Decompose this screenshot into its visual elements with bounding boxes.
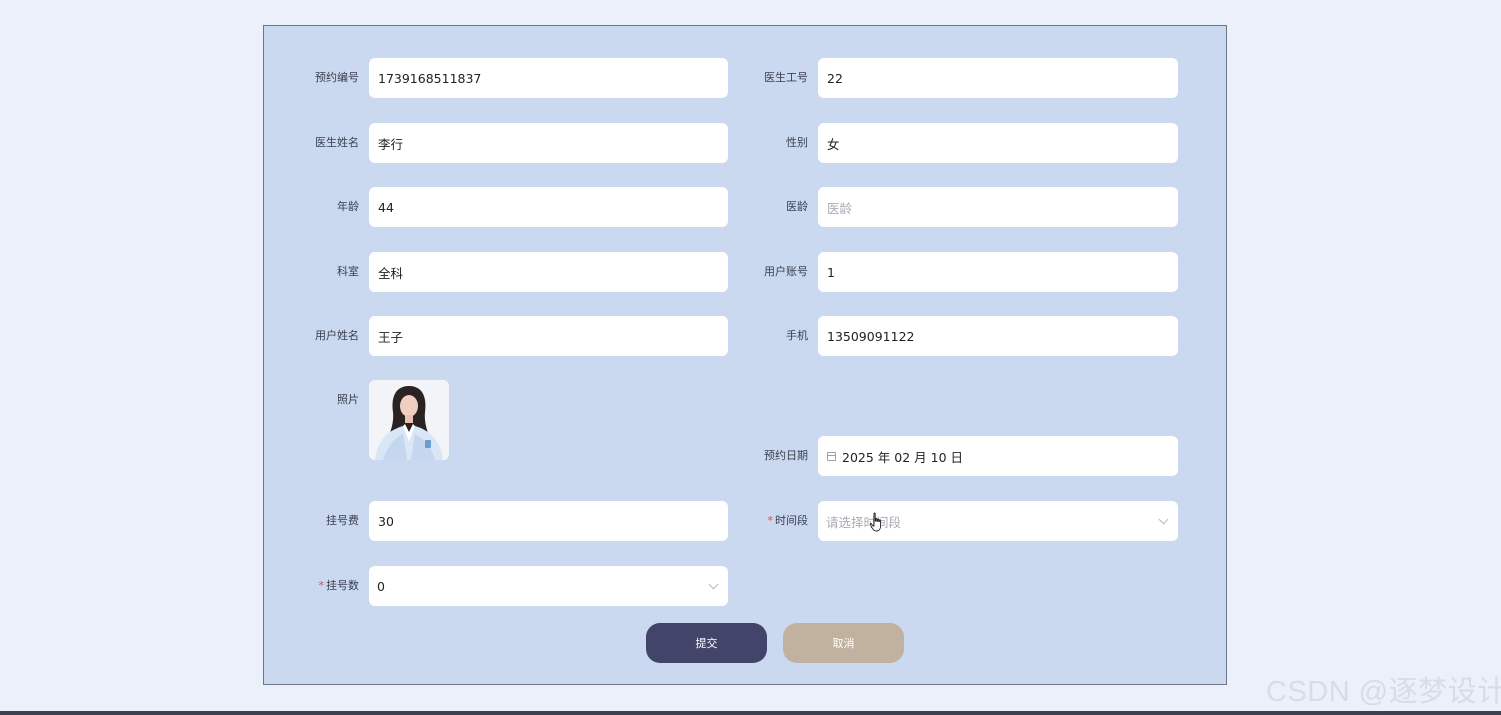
years-practice-field[interactable]: 医龄 xyxy=(818,187,1178,227)
user-account-value: 1 xyxy=(827,264,835,280)
phone-field[interactable]: 13509091122 xyxy=(818,316,1178,356)
watermark: CSDN @逐梦设计 xyxy=(1266,676,1501,708)
appointment-form-panel: 预约编号 1739168511837 医生工号 22 医生姓名 李行 性别 女 … xyxy=(263,25,1227,685)
reg-count-select[interactable]: 0 xyxy=(369,566,728,606)
bottom-bar xyxy=(0,711,1501,715)
required-mark: * xyxy=(767,514,774,527)
label-booking-date: 预约日期 xyxy=(764,449,808,462)
submit-button[interactable]: 提交 xyxy=(646,623,767,663)
hand-pointer-icon xyxy=(869,512,882,532)
label-user-name: 用户姓名 xyxy=(315,329,359,342)
user-account-field[interactable]: 1 xyxy=(818,252,1178,292)
doctor-id-field[interactable]: 22 xyxy=(818,58,1178,98)
label-doctor-name: 医生姓名 xyxy=(315,136,359,149)
label-booking-no: 预约编号 xyxy=(315,71,359,84)
fee-value: 30 xyxy=(378,513,394,529)
label-time-slot-text: 时间段 xyxy=(775,514,808,527)
label-reg-count: * 挂号数 xyxy=(319,579,360,593)
department-value: 全科 xyxy=(378,265,404,281)
label-age: 年龄 xyxy=(337,200,359,213)
gender-value: 女 xyxy=(827,136,840,152)
reg-count-value: 0 xyxy=(377,578,385,594)
cancel-button[interactable]: 取消 xyxy=(783,623,904,663)
label-years-practice: 医龄 xyxy=(786,200,808,213)
age-value: 44 xyxy=(378,199,394,215)
label-reg-count-text: 挂号数 xyxy=(326,579,359,592)
user-name-value: 王子 xyxy=(378,329,404,345)
user-name-field[interactable]: 王子 xyxy=(369,316,728,356)
calendar-icon xyxy=(827,451,836,461)
label-department: 科室 xyxy=(337,265,359,278)
doctor-name-field[interactable]: 李行 xyxy=(369,123,728,163)
label-fee: 挂号费 xyxy=(326,514,359,527)
label-user-account: 用户账号 xyxy=(764,265,808,278)
age-field[interactable]: 44 xyxy=(369,187,728,227)
label-time-slot: * 时间段 xyxy=(768,514,809,528)
doctor-name-value: 李行 xyxy=(378,136,404,152)
required-mark: * xyxy=(318,579,325,592)
booking-date-picker[interactable]: 2025 年 02 月 10 日 xyxy=(818,436,1178,476)
doctor-portrait-image xyxy=(369,380,449,460)
label-doctor-id: 医生工号 xyxy=(764,71,808,84)
time-slot-placeholder: 请选择时间段 xyxy=(826,514,902,530)
chevron-down-icon xyxy=(708,579,719,590)
booking-date-value: 2025 年 02 月 10 日 xyxy=(842,449,963,465)
doctor-id-value: 22 xyxy=(827,70,843,86)
gender-field[interactable]: 女 xyxy=(818,123,1178,163)
label-photo: 照片 xyxy=(337,393,359,406)
department-field[interactable]: 全科 xyxy=(369,252,728,292)
phone-value: 13509091122 xyxy=(827,328,915,344)
booking-no-field[interactable]: 1739168511837 xyxy=(369,58,728,98)
label-phone: 手机 xyxy=(786,329,808,342)
doctor-photo[interactable] xyxy=(369,380,449,460)
chevron-down-icon xyxy=(1158,514,1169,525)
booking-no-value: 1739168511837 xyxy=(378,70,482,86)
fee-field[interactable]: 30 xyxy=(369,501,728,541)
label-gender: 性别 xyxy=(786,136,808,149)
years-practice-placeholder: 医龄 xyxy=(827,200,853,216)
